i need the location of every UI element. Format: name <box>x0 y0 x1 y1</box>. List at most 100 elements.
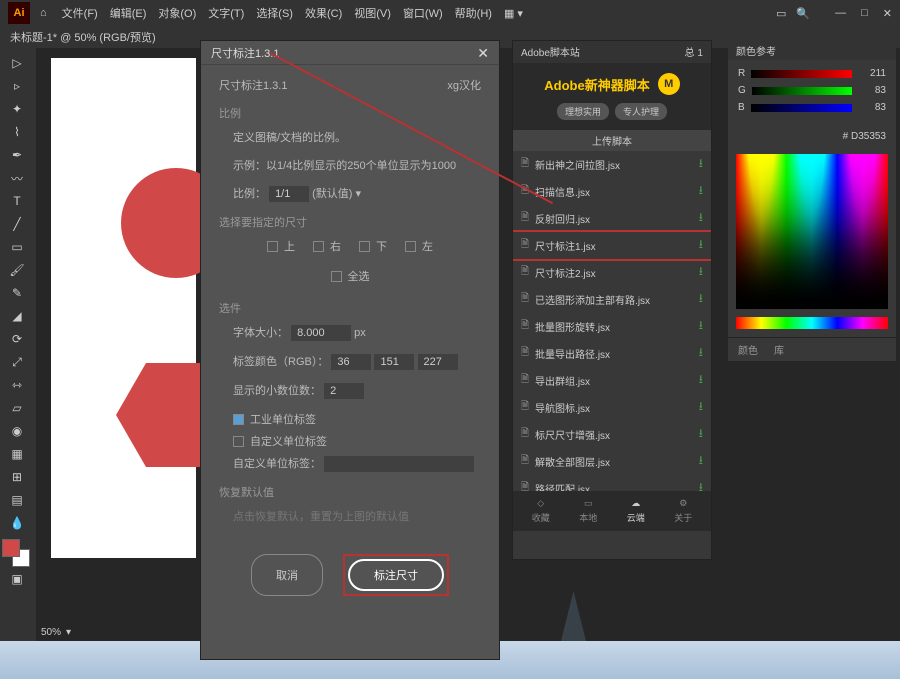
perspective-tool-icon[interactable]: ▦ <box>2 443 32 465</box>
download-icon[interactable]: ⭳ <box>699 208 703 229</box>
dialog-close-icon[interactable]: ✕ <box>477 45 489 60</box>
selection-tool-icon[interactable]: ▷ <box>2 52 32 74</box>
script-item[interactable]: 🗎新出神之间拉图.jsx⭳ <box>513 151 711 178</box>
magic-wand-tool-icon[interactable]: ✦ <box>2 98 32 120</box>
rotate-tool-icon[interactable]: ⟳ <box>2 328 32 350</box>
color-g-input[interactable] <box>374 354 414 370</box>
script-item[interactable]: 🗎标尺尺寸增强.jsx⭳ <box>513 421 711 448</box>
pen-tool-icon[interactable]: ✒ <box>2 144 32 166</box>
free-transform-tool-icon[interactable]: ▱ <box>2 397 32 419</box>
cb-industrial[interactable]: 工业单位标签 <box>233 411 481 427</box>
window-close-icon[interactable]: ✕ <box>883 7 892 20</box>
b-value[interactable]: 83 <box>858 102 886 113</box>
menu-window[interactable]: 窗口(W) <box>403 5 443 21</box>
script-list[interactable]: 🗎新出神之间拉图.jsx⭳🗎扫描信息.jsx⭳🗎反射回归.jsx⭳🗎尺寸标注1.… <box>513 151 711 491</box>
shaper-tool-icon[interactable]: ✎ <box>2 282 32 304</box>
line-tool-icon[interactable]: ╱ <box>2 213 32 235</box>
color-spectrum[interactable] <box>736 154 888 309</box>
decimals-input[interactable] <box>324 383 364 399</box>
nav-local[interactable]: ▭本地 <box>579 498 597 524</box>
mesh-tool-icon[interactable]: ⊞ <box>2 466 32 488</box>
r-slider[interactable] <box>751 70 852 78</box>
menu-effect[interactable]: 效果(C) <box>305 5 342 21</box>
tab-color[interactable]: 颜色 <box>738 342 758 357</box>
nav-favorite[interactable]: ◇收藏 <box>532 498 550 524</box>
search-icon[interactable]: 🔍 <box>796 7 810 20</box>
menu-edit[interactable]: 编辑(E) <box>110 5 147 21</box>
menu-object[interactable]: 对象(O) <box>158 5 196 21</box>
cb-select-all[interactable]: 全选 <box>331 268 370 284</box>
cb-down[interactable]: 下 <box>359 238 387 254</box>
arrange-icon[interactable]: ▭ <box>776 7 786 20</box>
download-icon[interactable]: ⭳ <box>699 181 703 202</box>
script-item[interactable]: 🗎导出群组.jsx⭳ <box>513 367 711 394</box>
r-value[interactable]: 211 <box>858 68 886 79</box>
gradient-tool-icon[interactable]: ▤ <box>2 489 32 511</box>
eraser-tool-icon[interactable]: ◢ <box>2 305 32 327</box>
script-item[interactable]: 🗎批量图形旋转.jsx⭳ <box>513 313 711 340</box>
download-icon[interactable]: ⭳ <box>699 343 703 364</box>
download-icon[interactable]: ⭳ <box>699 397 703 418</box>
scripts-btn-2[interactable]: 专人护理 <box>615 103 667 120</box>
script-item[interactable]: 🗎解散全部图层.jsx⭳ <box>513 448 711 475</box>
menu-view[interactable]: 视图(V) <box>354 5 391 21</box>
download-icon[interactable]: ⭳ <box>699 316 703 337</box>
fill-swatch[interactable] <box>2 539 20 557</box>
home-icon[interactable]: ⌂ <box>40 7 47 19</box>
download-icon[interactable]: ⭳ <box>699 451 703 472</box>
color-swatches[interactable] <box>2 539 30 567</box>
cb-custom-unit[interactable]: 自定义单位标签 <box>233 433 481 449</box>
script-item[interactable]: 🗎尺寸标注2.jsx⭳ <box>513 259 711 286</box>
script-item[interactable]: 🗎路径匹配.jsx⭳ <box>513 475 711 491</box>
hue-strip[interactable] <box>736 317 888 329</box>
download-icon[interactable]: ⭳ <box>699 370 703 391</box>
script-item[interactable]: 🗎尺寸标注1.jsx⭳ <box>513 232 711 259</box>
cb-left[interactable]: 左 <box>405 238 433 254</box>
brush-tool-icon[interactable]: 🖌 <box>2 259 32 281</box>
zoom-dropdown-icon[interactable]: ▾ <box>66 627 71 638</box>
cancel-button[interactable]: 取消 <box>251 554 323 596</box>
curvature-tool-icon[interactable]: 〰 <box>2 167 32 189</box>
b-slider[interactable] <box>751 104 852 112</box>
direct-selection-tool-icon[interactable]: ▹ <box>2 75 32 97</box>
color-r-input[interactable] <box>331 354 371 370</box>
download-icon[interactable]: ⭳ <box>699 235 703 256</box>
type-tool-icon[interactable]: T <box>2 190 32 212</box>
nav-about[interactable]: ⚙关于 <box>674 498 692 524</box>
download-icon[interactable]: ⭳ <box>699 154 703 175</box>
menu-type[interactable]: 文字(T) <box>208 5 244 21</box>
download-icon[interactable]: ⭳ <box>699 424 703 445</box>
scripts-btn-1[interactable]: 理想实用 <box>557 103 609 120</box>
script-item[interactable]: 🗎导航图标.jsx⭳ <box>513 394 711 421</box>
script-item[interactable]: 🗎扫描信息.jsx⭳ <box>513 178 711 205</box>
cb-up[interactable]: 上 <box>267 238 295 254</box>
custom-unit-input[interactable] <box>324 456 474 472</box>
window-maximize-icon[interactable]: □ <box>861 7 868 20</box>
download-icon[interactable]: ⭳ <box>699 478 703 491</box>
menu-extra-icon[interactable]: ▦ ▾ <box>504 7 523 20</box>
zoom-level[interactable]: 50% <box>41 627 61 638</box>
scripts-panel-tab[interactable]: Adobe脚本站 <box>521 44 580 60</box>
color-panel-tab[interactable]: 颜色参考 <box>728 40 896 60</box>
scale-dropdown-icon[interactable]: ▾ <box>356 188 362 200</box>
shape-builder-tool-icon[interactable]: ◉ <box>2 420 32 442</box>
lasso-tool-icon[interactable]: ⌇ <box>2 121 32 143</box>
download-icon[interactable]: ⭳ <box>699 289 703 310</box>
hex-value[interactable]: D35353 <box>851 131 886 142</box>
window-minimize-icon[interactable]: — <box>835 7 846 20</box>
eyedropper-tool-icon[interactable]: 💧 <box>2 512 32 534</box>
upload-script-button[interactable]: 上传脚本 <box>513 130 711 151</box>
color-b-input[interactable] <box>418 354 458 370</box>
annotate-button[interactable]: 标注尺寸 <box>348 559 444 591</box>
font-size-input[interactable] <box>291 325 351 341</box>
g-slider[interactable] <box>752 87 852 95</box>
width-tool-icon[interactable]: ⇿ <box>2 374 32 396</box>
menu-help[interactable]: 帮助(H) <box>455 5 492 21</box>
menu-select[interactable]: 选择(S) <box>256 5 293 21</box>
script-item[interactable]: 🗎已选图形添加主部有路.jsx⭳ <box>513 286 711 313</box>
nav-cloud[interactable]: ☁云端 <box>627 498 645 524</box>
download-icon[interactable]: ⭳ <box>699 262 703 283</box>
script-item[interactable]: 🗎反射回归.jsx⭳ <box>513 205 711 232</box>
scale-input[interactable] <box>269 186 309 202</box>
menu-file[interactable]: 文件(F) <box>62 5 98 21</box>
